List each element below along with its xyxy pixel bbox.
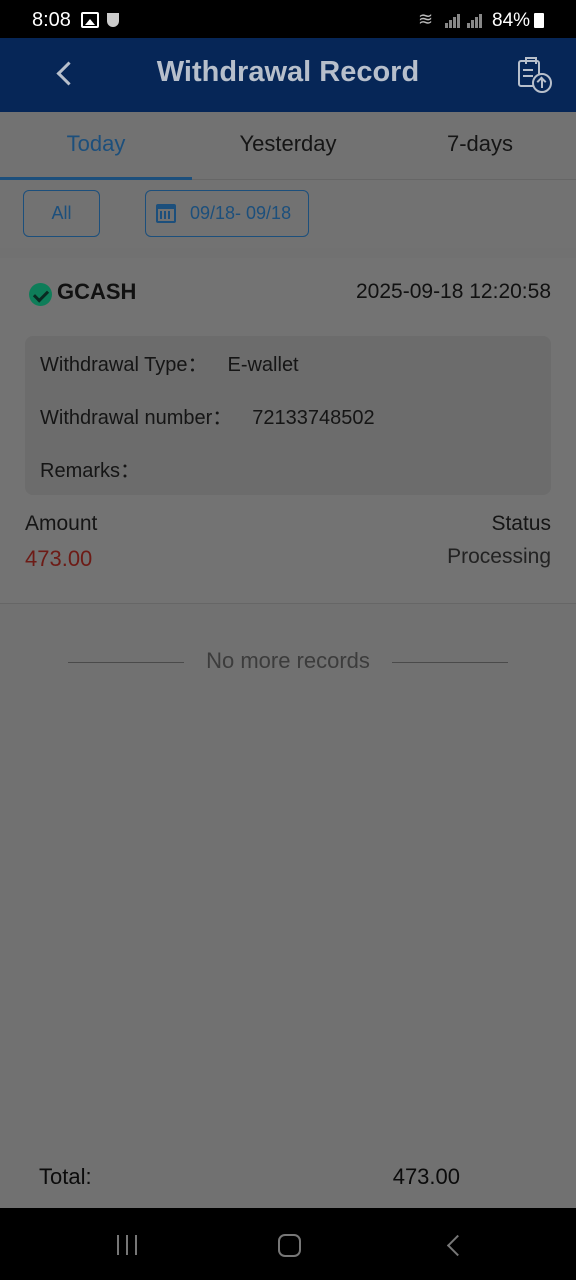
clipboard-upload-button[interactable] (512, 56, 556, 96)
system-nav-bar (0, 1208, 576, 1280)
tab-today[interactable]: Today (0, 112, 192, 180)
record-details: Withdrawal Type： E-wallet Withdrawal numb… (25, 336, 551, 495)
shield-icon (107, 13, 119, 27)
battery-level: 84% (492, 10, 531, 31)
no-more-records-text: No more records (206, 648, 370, 673)
tab-yesterday[interactable]: Yesterday (192, 112, 384, 180)
remarks-row: Remarks： (40, 454, 160, 483)
status-label: Status (491, 512, 551, 535)
recent-apps-button[interactable] (117, 1235, 139, 1255)
withdrawal-number-value: 72133748502 (252, 407, 375, 429)
wifi-icon: ≋ (418, 9, 434, 29)
status-time: 8:08 (32, 9, 71, 31)
home-button[interactable] (278, 1234, 301, 1257)
gcash-logo-icon (29, 283, 52, 306)
withdrawal-type-label: Withdrawal Type： (40, 354, 208, 376)
divider-line (68, 662, 184, 663)
date-range-label: 09/18- 09/18 (190, 203, 292, 223)
tab-7-days[interactable]: 7-days (384, 112, 576, 180)
date-range-button[interactable]: 09/18- 09/18 (145, 190, 309, 237)
amount-label: Amount (25, 512, 98, 535)
list-end-indicator: No more records (68, 648, 508, 678)
upload-arrow-icon (532, 73, 552, 93)
withdrawal-number-row: Withdrawal number： 72133748502 (40, 401, 375, 430)
filter-bar: All 09/18- 09/18 (0, 180, 576, 248)
total-label: Total: (39, 1164, 92, 1189)
date-tabs: Today Yesterday 7-days (0, 112, 576, 180)
system-back-button[interactable] (440, 1232, 466, 1258)
signal-icon (467, 12, 483, 28)
withdrawal-record-card[interactable]: GCASH 2025-09-18 12:20:58 Withdrawal Typ… (0, 258, 576, 604)
app-header: Withdrawal Record (0, 38, 576, 112)
gallery-icon (81, 12, 99, 28)
battery-icon (534, 13, 544, 28)
page-title: Withdrawal Record (156, 56, 420, 88)
total-value: 473.00 (392, 1164, 460, 1189)
status-bar: 8:08 ≋ 84% (0, 0, 576, 38)
withdrawal-number-label: Withdrawal number： (40, 407, 233, 429)
status-value: Processing (447, 545, 551, 568)
signal-icon (445, 12, 461, 28)
channel-name: GCASH (57, 279, 137, 304)
withdrawal-type-row: Withdrawal Type： E-wallet (40, 348, 299, 377)
remarks-label: Remarks： (40, 460, 141, 482)
withdrawal-type-value: E-wallet (227, 354, 299, 376)
calendar-icon (156, 204, 176, 223)
amount-value: 473.00 (25, 546, 93, 571)
record-datetime: 2025-09-18 12:20:58 (356, 280, 551, 303)
divider-line (392, 662, 508, 663)
type-filter-button[interactable]: All (23, 190, 100, 237)
